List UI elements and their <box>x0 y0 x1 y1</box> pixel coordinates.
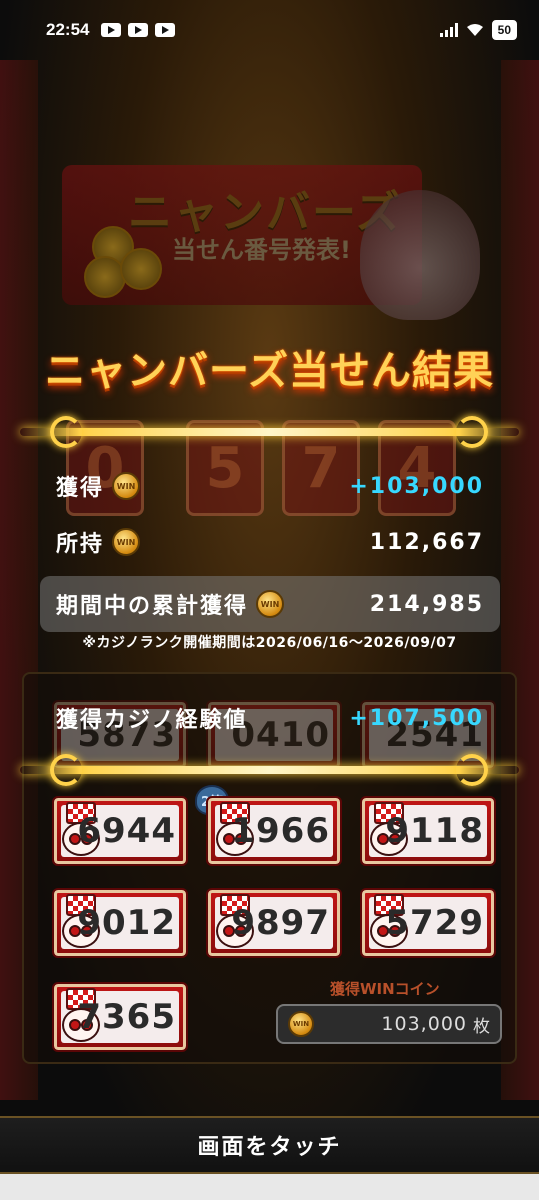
battery-icon: 50 <box>491 20 517 40</box>
status-bar: 22:54 50 <box>0 0 539 60</box>
gold-ornament-icon <box>50 754 82 786</box>
stat-label: 期間中の累計獲得 <box>56 594 249 619</box>
gold-divider <box>20 428 519 436</box>
stat-value: 214,985 <box>369 591 484 617</box>
stat-label: 獲得 <box>56 476 105 501</box>
ticket-card: 6944 <box>52 796 188 866</box>
result-title: ニャンバーズ当せん結果 <box>45 348 494 394</box>
win-coin-icon: WIN <box>112 472 141 500</box>
ticket-number: 7365 <box>77 997 176 1037</box>
gold-ornament-icon <box>50 416 82 448</box>
win-coin-icon: WIN <box>112 528 141 556</box>
youtube-notification-icon <box>101 23 122 37</box>
coin-icon <box>84 256 126 298</box>
ticket-number: 9118 <box>385 811 484 851</box>
wifi-icon <box>466 24 483 36</box>
ticket-card: 9897 <box>206 888 342 958</box>
casino-exp-label: 獲得カジノ経験値 <box>56 708 248 733</box>
ticket-number: 9897 <box>231 903 330 943</box>
navigation-bar <box>0 1174 539 1200</box>
ticket-card: 5729 <box>360 888 496 958</box>
casino-exp-row: 獲得カジノ経験値 +107,500 <box>40 690 500 746</box>
touch-screen-label: 画面をタッチ <box>197 1135 342 1160</box>
stat-row-earned: 獲得 WIN +103,000 <box>40 458 500 514</box>
ticket-card: 9012 <box>52 888 188 958</box>
banner-subtitle: 当せん番号発表! <box>172 236 351 264</box>
ticket-card: 9118 <box>360 796 496 866</box>
gold-ornament-icon <box>456 754 488 786</box>
ticket-card: 1966 <box>206 796 342 866</box>
ticket-number: 6944 <box>77 811 176 851</box>
period-notice: ※カジノランク開催期間は2026/06/16〜2026/09/07 <box>82 635 457 651</box>
touch-screen-button[interactable]: 画面をタッチ <box>0 1116 539 1174</box>
gold-ornament-icon <box>456 416 488 448</box>
coin-icon <box>120 248 162 290</box>
stats-panel: 獲得 WIN +103,000 所持 WIN 112,667 期間中の累計獲得 … <box>40 458 500 632</box>
mascot-cat-image <box>360 190 480 320</box>
win-coin-label: 獲得WINコイン <box>330 980 440 998</box>
ticket-card: 7365 <box>52 982 188 1052</box>
win-coin-icon: WIN <box>256 590 285 618</box>
win-coin-unit: 枚 <box>473 1016 490 1037</box>
stat-row-period-total: 期間中の累計獲得 WIN 214,985 <box>40 576 500 632</box>
win-coin-value: 103,000 <box>381 1013 467 1035</box>
youtube-notification-icon <box>128 23 149 37</box>
win-coin-box: WIN 103,000 枚 <box>276 1004 502 1044</box>
status-time: 22:54 <box>46 20 90 39</box>
stat-label: 所持 <box>56 532 105 557</box>
ticket-number: 5729 <box>385 903 484 943</box>
signal-icon <box>439 23 458 37</box>
casino-exp-value: +107,500 <box>349 705 484 731</box>
stat-value: 112,667 <box>369 529 484 555</box>
gold-divider <box>20 766 519 774</box>
ticket-number: 9012 <box>77 903 176 943</box>
ticket-number: 1966 <box>231 811 330 851</box>
win-coin-icon: WIN <box>288 1011 314 1037</box>
youtube-notification-icon <box>155 23 176 37</box>
stat-value: +103,000 <box>349 473 484 499</box>
stat-row-owned: 所持 WIN 112,667 <box>40 514 500 570</box>
